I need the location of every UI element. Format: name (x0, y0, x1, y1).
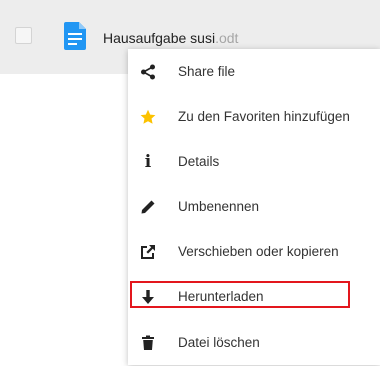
menu-item-label: Datei löschen (178, 335, 260, 350)
file-select-checkbox[interactable] (15, 27, 32, 44)
file-actions-menu: Share file Zu den Favoriten hinzufügen i… (128, 49, 380, 365)
pencil-icon (136, 195, 160, 219)
menu-item-label: Umbenennen (178, 199, 260, 214)
menu-item-share-file[interactable]: Share file (128, 49, 380, 95)
menu-item-download[interactable]: Herunterladen (128, 274, 380, 320)
menu-item-label: Verschieben oder kopieren (178, 244, 339, 259)
file-name[interactable]: Hausaufgabe susi.odt (103, 30, 238, 46)
menu-item-label: Details (178, 154, 220, 169)
download-icon (136, 285, 160, 309)
trash-icon (136, 331, 160, 355)
menu-item-label: Share file (178, 64, 236, 79)
share-icon (136, 60, 160, 84)
file-basename: Hausaufgabe susi (103, 30, 216, 46)
menu-item-move-copy[interactable]: Verschieben oder kopieren (128, 229, 380, 275)
menu-item-add-favorite[interactable]: Zu den Favoriten hinzufügen (128, 94, 380, 140)
menu-item-rename[interactable]: Umbenennen (128, 184, 380, 230)
info-icon: i (144, 151, 152, 172)
file-extension: .odt (215, 30, 239, 46)
external-link-icon (136, 240, 160, 264)
star-icon (136, 105, 160, 129)
menu-item-delete[interactable]: Datei löschen (128, 320, 380, 366)
menu-item-label: Zu den Favoriten hinzufügen (178, 109, 350, 124)
document-icon[interactable] (64, 22, 86, 50)
menu-item-label: Herunterladen (178, 289, 264, 304)
menu-item-details[interactable]: i Details (128, 139, 380, 185)
